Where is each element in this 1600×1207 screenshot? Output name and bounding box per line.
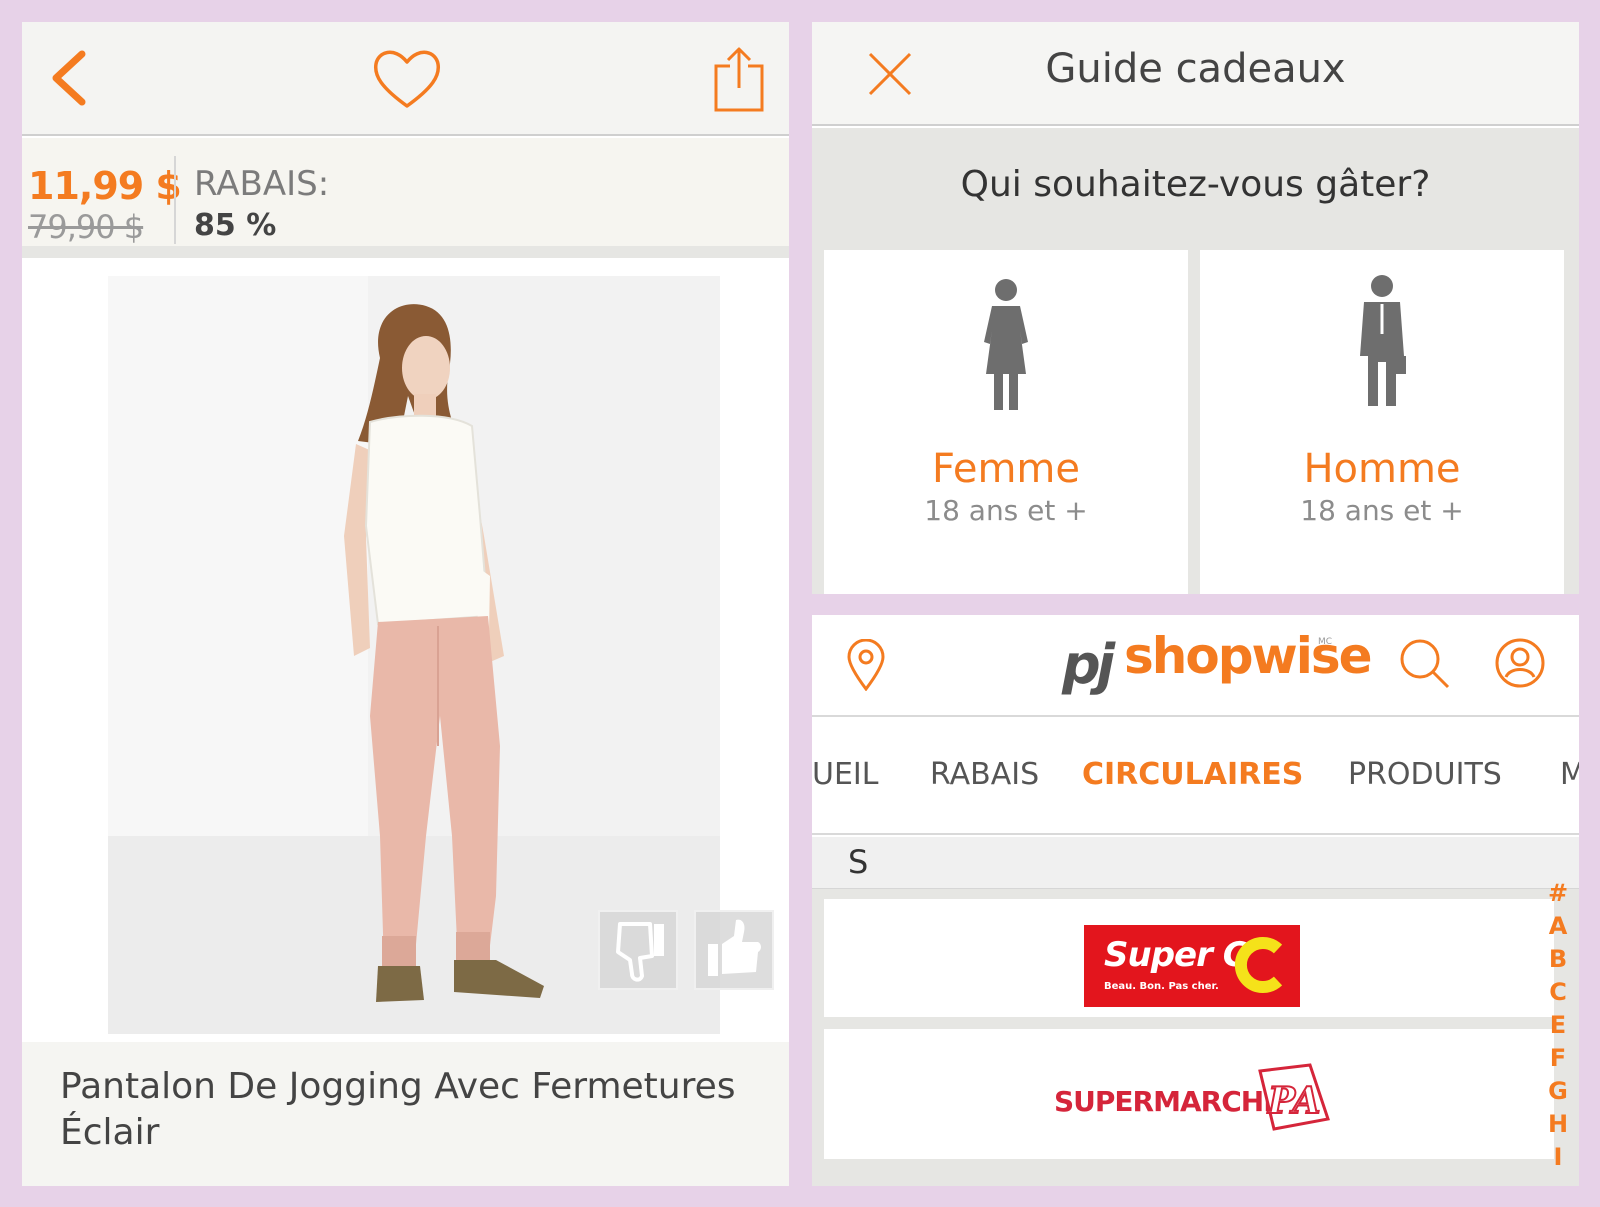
- pa-logo-mark: PA: [1258, 1063, 1330, 1131]
- product-image-area: [22, 270, 789, 1060]
- share-icon[interactable]: [712, 46, 766, 114]
- tab-circulaires[interactable]: CIRCULAIRES: [1082, 757, 1303, 792]
- option-homme-age: 18 ans et +: [1300, 494, 1464, 527]
- page-title: Guide cadeaux: [1045, 46, 1346, 92]
- logo-pj: pj: [1062, 633, 1115, 696]
- superc-logo: Super C Beau. Bon. Pas cher.: [1084, 925, 1300, 1007]
- store-row-superc[interactable]: Super C Beau. Bon. Pas cher.: [824, 899, 1554, 1017]
- gift-guide-header: Guide cadeaux: [812, 22, 1579, 126]
- tab-more[interactable]: M: [1560, 757, 1579, 792]
- section-letter: S: [848, 843, 869, 881]
- category-tabs: UEIL RABAIS CIRCULAIRES PRODUITS M: [812, 719, 1579, 835]
- section-header: S: [812, 837, 1579, 889]
- product-toolbar: [22, 22, 789, 136]
- index-a[interactable]: A: [1545, 910, 1571, 943]
- index-f[interactable]: F: [1545, 1042, 1571, 1075]
- product-detail-screen: 11,99 $ 79,90 $ RABAIS: 85 % Pantalon De…: [22, 22, 789, 1186]
- heart-icon[interactable]: [372, 48, 442, 110]
- thumbs-up-icon: [708, 919, 761, 976]
- option-homme-label: Homme: [1303, 446, 1461, 492]
- option-homme[interactable]: Homme 18 ans et +: [1200, 250, 1564, 594]
- index-e[interactable]: E: [1545, 1009, 1571, 1042]
- option-femme[interactable]: Femme 18 ans et +: [824, 250, 1188, 594]
- like-button[interactable]: [694, 910, 774, 990]
- thumbs-down-icon: [616, 922, 664, 982]
- alphabet-index: # A B C E F G H I: [1545, 877, 1571, 1174]
- price-divider: [174, 156, 176, 244]
- logo-shopwise: shopwise: [1124, 627, 1372, 685]
- chevron-left-icon[interactable]: [50, 50, 90, 106]
- option-femme-label: Femme: [932, 446, 1080, 492]
- user-icon[interactable]: [1494, 637, 1546, 689]
- discount-label: RABAIS:: [194, 164, 330, 204]
- index-c[interactable]: C: [1545, 976, 1571, 1009]
- product-title: Pantalon De Jogging Avec Fermetures Écla…: [22, 1042, 789, 1186]
- gift-question: Qui souhaitez-vous gâter?: [960, 164, 1431, 205]
- logo-trademark: MC: [1318, 637, 1333, 647]
- dislike-button[interactable]: [598, 910, 678, 990]
- tab-rabais[interactable]: RABAIS: [930, 757, 1039, 792]
- discount-value: 85 %: [194, 208, 277, 243]
- index-b[interactable]: B: [1545, 943, 1571, 976]
- shopwise-screen: pj shopwise MC UEIL RABAIS CIRCULAIRES P…: [812, 615, 1579, 1186]
- store-row-supermarche-pa[interactable]: SUPERMARCHÉ PA: [824, 1029, 1554, 1159]
- current-price: 11,99 $: [28, 164, 182, 208]
- tab-produits[interactable]: PRODUITS: [1348, 757, 1502, 792]
- woman-icon: [984, 279, 1028, 410]
- supermarche-pa-wordmark: SUPERMARCHÉ: [1054, 1085, 1282, 1118]
- superc-tagline: Beau. Bon. Pas cher.: [1104, 981, 1219, 992]
- index-h[interactable]: H: [1545, 1108, 1571, 1141]
- gift-guide-screen: Guide cadeaux Qui souhaitez-vous gâter? …: [812, 22, 1579, 594]
- pa-logo-text: PA: [1267, 1080, 1320, 1122]
- original-price: 79,90 $: [28, 208, 144, 246]
- index-hash[interactable]: #: [1545, 877, 1571, 910]
- location-pin-icon[interactable]: [846, 639, 886, 691]
- man-icon: [1360, 275, 1406, 406]
- tab-accueil[interactable]: UEIL: [812, 757, 878, 792]
- index-i[interactable]: I: [1545, 1141, 1571, 1174]
- search-icon[interactable]: [1398, 637, 1452, 691]
- superc-logo-text: Super C: [1104, 935, 1248, 975]
- index-g[interactable]: G: [1545, 1075, 1571, 1108]
- superc-c-mark: [1234, 937, 1283, 993]
- option-femme-age: 18 ans et +: [924, 494, 1088, 527]
- shopwise-header: pj shopwise MC: [812, 615, 1579, 717]
